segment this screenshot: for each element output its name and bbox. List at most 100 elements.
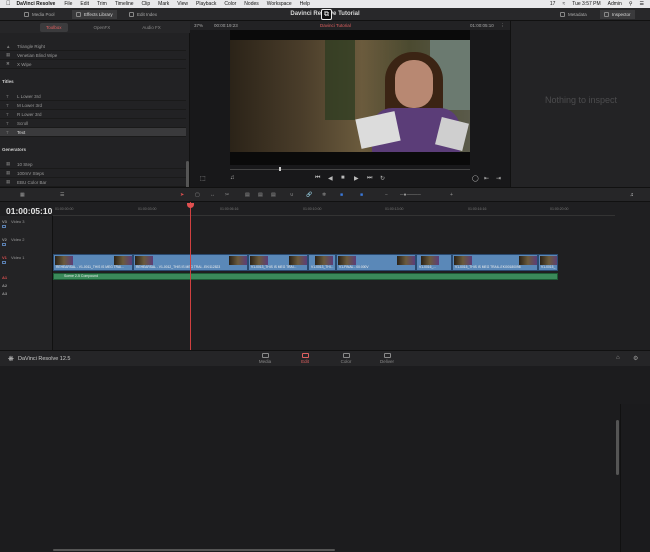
battery-indicator[interactable]: 17 [550,1,556,7]
timeline-view-icon[interactable]: ▦ [20,192,25,198]
track-monitor-icon[interactable] [2,225,6,228]
menu-timeline[interactable]: Timeline [115,1,134,7]
tab-toolbox[interactable]: Toolbox [40,22,68,32]
timeline-vertical-scrollbar[interactable] [616,420,619,475]
settings-icon[interactable]: ⚙ [633,355,638,362]
trim-tool-icon[interactable]: ▢ [195,192,200,198]
wifi-icon[interactable]: ≈ [562,1,565,7]
menu-help[interactable]: Help [300,1,310,7]
menu-app-name[interactable]: DaVinci Resolve [17,1,56,7]
apple-icon[interactable]:  [6,1,11,7]
dynamic-trim-icon[interactable]: ↔ [210,192,215,198]
zoom-level[interactable]: 37% [194,23,203,28]
list-item[interactable]: ▦ 10 Step [0,160,186,169]
menu-workspace[interactable]: Workspace [267,1,292,7]
metadata-button[interactable]: Metadata [556,10,591,19]
razor-icon[interactable]: ❄ [322,192,326,198]
selection-tool-icon[interactable]: ➤ [180,192,184,198]
play-reverse-icon[interactable]: ◀ [328,175,333,182]
timeline-clip[interactable]: V1-0016_... [416,254,452,271]
timeline-selector[interactable]: Davinci Tutorial [320,23,351,28]
mark-in-icon[interactable]: ◯ [472,175,479,182]
menu-file[interactable]: File [64,1,72,7]
timeline-toolbar: ▦ ☰ ➤ ▢ ↔ ✂ ▤ ▤ ▤ ∪ 🔗 ❄ ■ ■ − ─●──── + ♫ [0,187,650,202]
page-color[interactable]: Color [332,352,360,366]
playhead-line[interactable] [190,202,191,350]
list-item[interactable]: ✖ X Wipe [0,60,186,69]
skip-forward-icon[interactable]: ⏭ [367,175,372,182]
track-monitor-icon[interactable] [2,261,6,264]
timeline-clip[interactable]: V1-0015_THIS IS MEG TRAIL-EKI00180098 [452,254,538,271]
page-edit[interactable]: Edit [291,352,319,366]
replace-clip-icon[interactable]: ▤ [271,192,276,198]
home-icon[interactable]: ⌂ [616,355,620,361]
page-media[interactable]: Media [251,352,279,366]
page-label: Color [340,359,352,364]
stop-icon[interactable]: ■ [341,175,345,181]
zoom-in-icon[interactable]: + [450,192,453,198]
zoom-slider[interactable]: ─●──── [400,192,421,198]
list-item[interactable]: T Text [0,128,186,137]
track-monitor-icon[interactable] [2,243,6,246]
list-item[interactable]: ▲ Triangle Right [0,42,186,51]
list-item[interactable]: T L Lower 3rd [0,92,186,101]
audio-clip[interactable]: Scene 2-5 Compound [53,273,558,280]
list-item[interactable]: ▦ EBU Color Bar [0,178,186,187]
list-item[interactable]: T M Lower 3rd [0,101,186,110]
play-icon[interactable]: ▶ [354,175,359,182]
fullscreen-icon[interactable]: ⇥ [496,175,501,182]
menu-clip[interactable]: Clip [142,1,151,7]
window-arrange-icon[interactable]: ⧉ [321,9,332,20]
search-icon[interactable]: ⚲ [629,1,633,7]
menu-list-icon[interactable]: ☰ [640,1,644,7]
timeline-clip[interactable]: V1-0013_THI... [308,254,336,271]
menu-playback[interactable]: Playback [196,1,216,7]
list-item[interactable]: ▦ 100mV Steps [0,169,186,178]
menu-trim[interactable]: Trim [97,1,107,7]
timeline-clip[interactable]: V1-0013_THIS IS MEG TRAI... [248,254,308,271]
audio-icon[interactable]: ♫ [230,175,235,181]
link-icon[interactable]: 🔗 [306,192,312,198]
insert-clip-icon[interactable]: ▤ [245,192,250,198]
app-name: DaVinci Resolve 12.5 [18,356,71,362]
timeline-ruler[interactable]: 01:00:00:00 01:00:03:00 01:00:06:16 01:0… [53,205,615,216]
timeline-horizontal-scrollbar[interactable] [53,549,335,551]
timeline-clip[interactable]: V1-FINAL - 00:000V [336,254,416,271]
menu-color[interactable]: Color [224,1,236,7]
tab-audio-fx[interactable]: Audio FX [136,23,167,32]
clip-thumbnail [229,256,247,265]
skip-back-icon[interactable]: ⏮ [315,175,320,182]
audio-meter-icon[interactable]: ♫ [630,192,634,198]
list-item[interactable]: T R Lower 3rd [0,110,186,119]
transform-icon[interactable]: ⬚ [200,175,206,182]
blade-tool-icon[interactable]: ✂ [225,192,229,198]
video-frame[interactable] [230,30,470,165]
viewer-options-icon[interactable]: ⋮ [500,23,505,29]
timeline-clip[interactable]: REHEARSAL - V1-0011_THIS IS MEG TRAI... [53,254,133,271]
list-item[interactable]: ▦ Venetian Blind Wipe [0,51,186,60]
inspector-button[interactable]: Inspector [600,10,635,19]
flag-icon[interactable]: ■ [340,192,343,198]
viewer-playhead[interactable] [279,167,281,171]
overwrite-clip-icon[interactable]: ▤ [258,192,263,198]
zoom-out-icon[interactable]: − [385,192,388,198]
snapping-icon[interactable]: ∪ [290,192,294,198]
menu-nodes[interactable]: Nodes [244,1,258,7]
mark-out-icon[interactable]: ⇤ [484,175,489,182]
transport-controls: ⬚ ♫ ⏮ ◀ ■ ▶ ⏭ ↻ ◯ ⇤ ⇥ [190,173,510,185]
track-options-icon[interactable]: ☰ [60,192,64,198]
page-label: Media [258,359,272,364]
viewer-scrubber[interactable] [230,169,470,170]
tab-openfx[interactable]: OpenFX [88,23,117,32]
menu-mark[interactable]: Mark [158,1,169,7]
marker-icon[interactable]: ■ [360,192,363,198]
page-deliver[interactable]: Deliver [373,352,401,366]
menu-view[interactable]: View [177,1,188,7]
user-name[interactable]: Admin [608,1,622,7]
loop-icon[interactable]: ↻ [380,175,385,182]
menu-edit[interactable]: Edit [80,1,89,7]
clock[interactable]: Tue 3:57 PM [572,1,600,7]
list-item[interactable]: T Scroll [0,119,186,128]
timeline-clip[interactable]: V1-0015_ [538,254,558,271]
metadata-icon [560,12,565,17]
